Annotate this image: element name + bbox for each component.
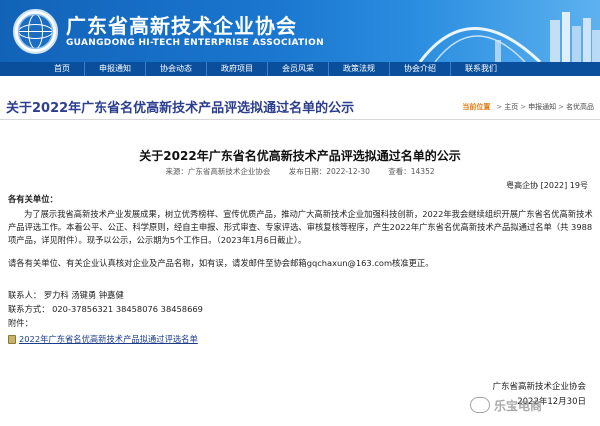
page-title: 关于2022年广东省名优高新技术产品评选拟通过名单的公示 (6, 101, 355, 116)
article-date: 发布日期：2022-12-30 (288, 167, 370, 176)
globe-logo-icon (17, 13, 54, 50)
attachment-file-icon (8, 334, 16, 344)
attachment-link[interactable]: 2022年广东省名优高新技术产品拟通过评选名单 (8, 333, 198, 345)
page-title-bar: 关于2022年广东省名优高新技术产品评选拟通过名单的公示 当前位置 > 主页 >… (0, 90, 600, 120)
contact-person: 联系人： 罗力科 汤键勇 钟嘉健 (8, 290, 124, 300)
breadcrumb-home[interactable]: 主页 (504, 102, 518, 112)
nav-item-gov-projects[interactable]: 政府项目 (206, 62, 267, 76)
nav-item-home[interactable]: 首页 (40, 62, 84, 76)
site-title: 广东省高新技术企业协会 (66, 14, 297, 38)
watermark: 乐宝电商 (470, 390, 598, 420)
breadcrumb-lead: 当前位置 (462, 103, 491, 111)
document-number: 粤高企协 [2022] 19号 (506, 181, 588, 190)
attachment-link-text[interactable]: 2022年广东省名优高新技术产品拟通过评选名单 (19, 333, 198, 345)
breadcrumb-separator: > (496, 103, 503, 111)
breadcrumb-category[interactable]: 名优高品 (566, 102, 594, 112)
watermark-text: 乐宝电商 (494, 398, 543, 413)
main-nav: 首页 申报通知 协会动态 政府项目 会员风采 政策法规 协会介绍 联系我们 (0, 62, 600, 76)
nav-item-contact[interactable]: 联系我们 (450, 62, 511, 76)
breadcrumb: 当前位置 > 主页 > 申报通知 > 名优高品 (462, 102, 594, 112)
breadcrumb-separator: > (520, 103, 527, 111)
wechat-icon (470, 397, 490, 413)
nav-item-about[interactable]: 协会介绍 (389, 62, 450, 76)
breadcrumb-notices[interactable]: 申报通知 (528, 102, 556, 112)
site-subtitle: GUANGDONG HI-TECH ENTERPRISE ASSOCIATION (66, 38, 324, 48)
nav-item-members[interactable]: 会员风采 (267, 62, 328, 76)
nav-item-news[interactable]: 协会动态 (145, 62, 206, 76)
body-paragraph-1: 为了展示我省高新技术产业发展成果，树立优秀榜样、宣传优质产品，推动广大高新技术企… (8, 209, 593, 245)
breadcrumb-separator: > (558, 103, 564, 111)
nav-item-policies[interactable]: 政策法规 (328, 62, 389, 76)
salutation: 各有关单位： (8, 194, 58, 204)
article-views: 查看：14352 (388, 167, 435, 176)
city-skyline-icon (418, 12, 600, 62)
association-logo-icon[interactable] (13, 9, 58, 54)
contact-phone: 联系方式： 020-37856321 38458076 38458669 (8, 304, 203, 314)
nav-item-notices[interactable]: 申报通知 (84, 62, 145, 76)
site-header: 广东省高新技术企业协会 GUANGDONG HI-TECH ENTERPRISE… (0, 0, 600, 62)
article-meta: 来源：广东省高新技术企业协会 发布日期：2022-12-30 查看：14352 (0, 166, 600, 177)
attachment-label: 附件： (8, 318, 33, 328)
article-source: 来源：广东省高新技术企业协会 (165, 167, 271, 176)
body-paragraph-2: 请各有关单位、有关企业认真核对企业及产品名称，如有误，请发邮件至协会邮箱gqch… (8, 258, 434, 268)
article-title: 关于2022年广东省名优高新技术产品评选拟通过名单的公示 (139, 149, 461, 163)
